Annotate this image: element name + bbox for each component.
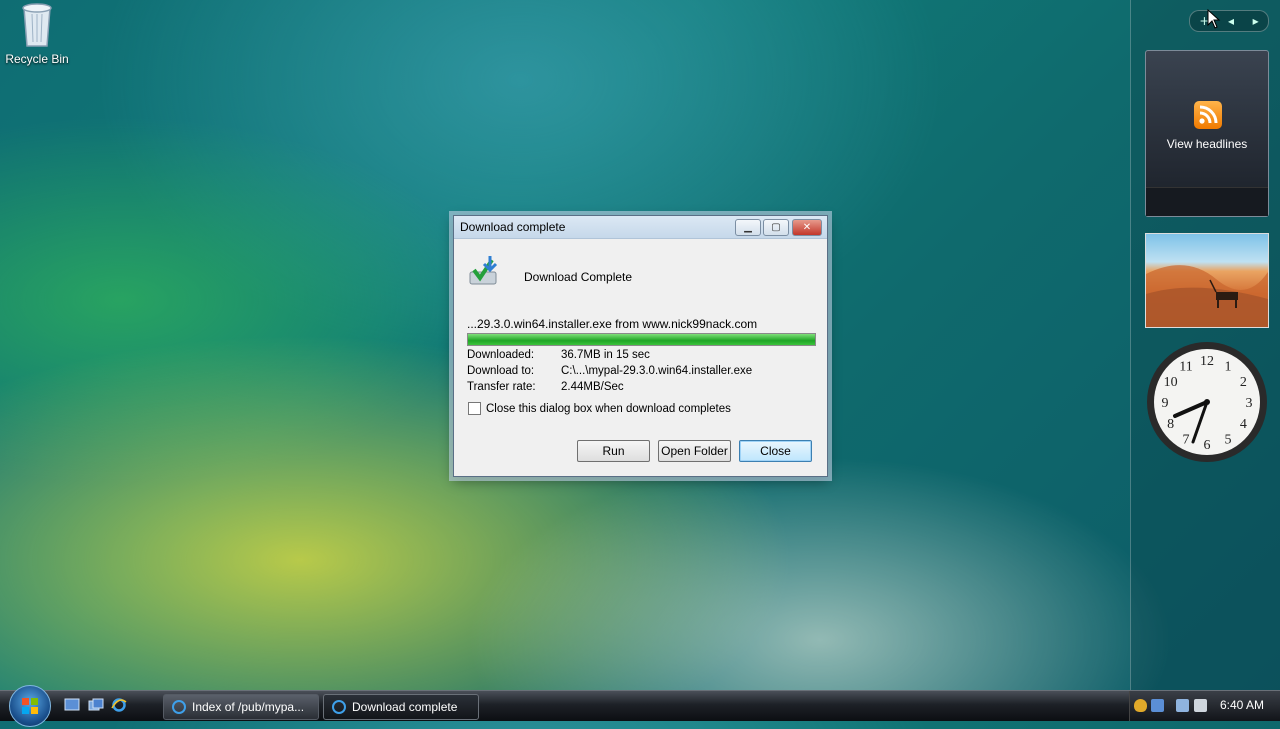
switch-windows-icon[interactable] (88, 698, 104, 712)
windows-update-icon[interactable] (1151, 699, 1164, 712)
dialog-title: Download complete (460, 220, 566, 234)
transfer-rate-row: Transfer rate: 2.44MB/Sec (467, 381, 624, 393)
clock-number: 10 (1164, 375, 1178, 390)
mouse-cursor-icon (1207, 9, 1221, 29)
download-to-value: C:\...\mypal-29.3.0.win64.installer.exe (561, 365, 753, 377)
taskbar-item-download[interactable]: Download complete (323, 694, 479, 720)
desert-oryx-image (1146, 265, 1268, 327)
clock-number: 8 (1167, 417, 1174, 432)
internet-explorer-icon[interactable] (111, 698, 127, 712)
download-to-row: Download to: C:\...\mypal-29.3.0.win64.i… (467, 365, 752, 377)
run-button[interactable]: Run (577, 440, 650, 462)
checkbox-label[interactable]: Close this dialog box when download comp… (486, 403, 731, 415)
clock-number: 6 (1204, 438, 1211, 453)
clock-number: 1 (1225, 360, 1232, 375)
download-progress-bar (467, 333, 816, 346)
taskbar: Index of /pub/mypa... Download complete … (0, 685, 1280, 727)
taskbar-item-label: Index of /pub/mypa... (192, 700, 305, 714)
volume-muted-icon[interactable] (1194, 699, 1207, 712)
maximize-button[interactable]: ▢ (763, 219, 789, 236)
clock-gadget[interactable]: 12 12 3 45678 9 1011 (1145, 340, 1269, 464)
close-button[interactable]: Close (739, 440, 812, 462)
downloaded-row: Downloaded: 36.7MB in 15 sec (467, 349, 650, 361)
clock-number: 4 (1240, 417, 1247, 432)
ie-page-icon (332, 699, 346, 714)
windows-sidebar: + ◂ ▸ View headlines 12 1 2 3 4 5 6 7 8 9 10 11 (1130, 0, 1280, 690)
security-shield-icon[interactable] (1134, 699, 1147, 712)
file-source-line: ...29.3.0.win64.installer.exe from www.n… (467, 317, 758, 331)
close-window-button[interactable]: ✕ (792, 219, 822, 236)
clock-number: 7 (1183, 432, 1190, 447)
network-icon[interactable] (1176, 699, 1189, 712)
downloaded-value: 36.7MB in 15 sec (561, 349, 650, 361)
feed-headlines-gadget[interactable]: View headlines (1145, 50, 1269, 217)
taskbar-item-index[interactable]: Index of /pub/mypa... (163, 694, 319, 720)
ie-page-icon (172, 699, 186, 714)
windows-logo-icon (22, 698, 38, 714)
show-desktop-icon[interactable] (64, 698, 80, 712)
close-when-complete-checkbox[interactable]: Close this dialog box when download comp… (468, 402, 731, 415)
start-button[interactable] (9, 685, 51, 727)
clock-time[interactable]: 6:40 AM (1220, 698, 1264, 712)
clock-number: 5 (1225, 432, 1232, 447)
trash-icon (22, 3, 52, 47)
progress-fill (468, 334, 815, 345)
transfer-rate-label: Transfer rate: (467, 381, 536, 393)
checkbox-box[interactable] (468, 402, 481, 415)
dialog-heading: Download Complete (524, 270, 633, 284)
slideshow-gadget[interactable] (1145, 233, 1269, 328)
clock-number: 2 (1240, 375, 1247, 390)
clock-number: 12 (1200, 354, 1214, 369)
recycle-bin-icon[interactable]: Recycle Bin (4, 2, 70, 66)
previous-page-icon[interactable]: ◂ (1228, 14, 1234, 28)
feed-gadget-footer (1146, 187, 1268, 216)
downloaded-label: Downloaded: (467, 349, 535, 361)
system-tray: 6:40 AM (1129, 691, 1280, 721)
view-headlines-label[interactable]: View headlines (1146, 137, 1268, 151)
clock-number: 11 (1179, 360, 1192, 375)
download-complete-icon (469, 256, 498, 285)
clock-number: 3 (1246, 396, 1253, 411)
recycle-bin-label: Recycle Bin (5, 52, 69, 66)
download-complete-dialog: Download complete ▁ ▢ ✕ Download Complet… (453, 215, 828, 477)
dialog-titlebar[interactable]: Download complete ▁ ▢ ✕ (454, 216, 827, 239)
open-folder-button[interactable]: Open Folder (658, 440, 731, 462)
clock-number: 9 (1162, 396, 1169, 411)
next-page-icon[interactable]: ▸ (1253, 14, 1259, 28)
minimize-button[interactable]: ▁ (735, 219, 761, 236)
taskbar-item-label: Download complete (352, 700, 458, 714)
transfer-rate-value: 2.44MB/Sec (561, 381, 624, 393)
sidebar-controls: + ◂ ▸ (1189, 10, 1269, 32)
download-to-label: Download to: (467, 365, 535, 377)
rss-icon (1194, 101, 1222, 129)
